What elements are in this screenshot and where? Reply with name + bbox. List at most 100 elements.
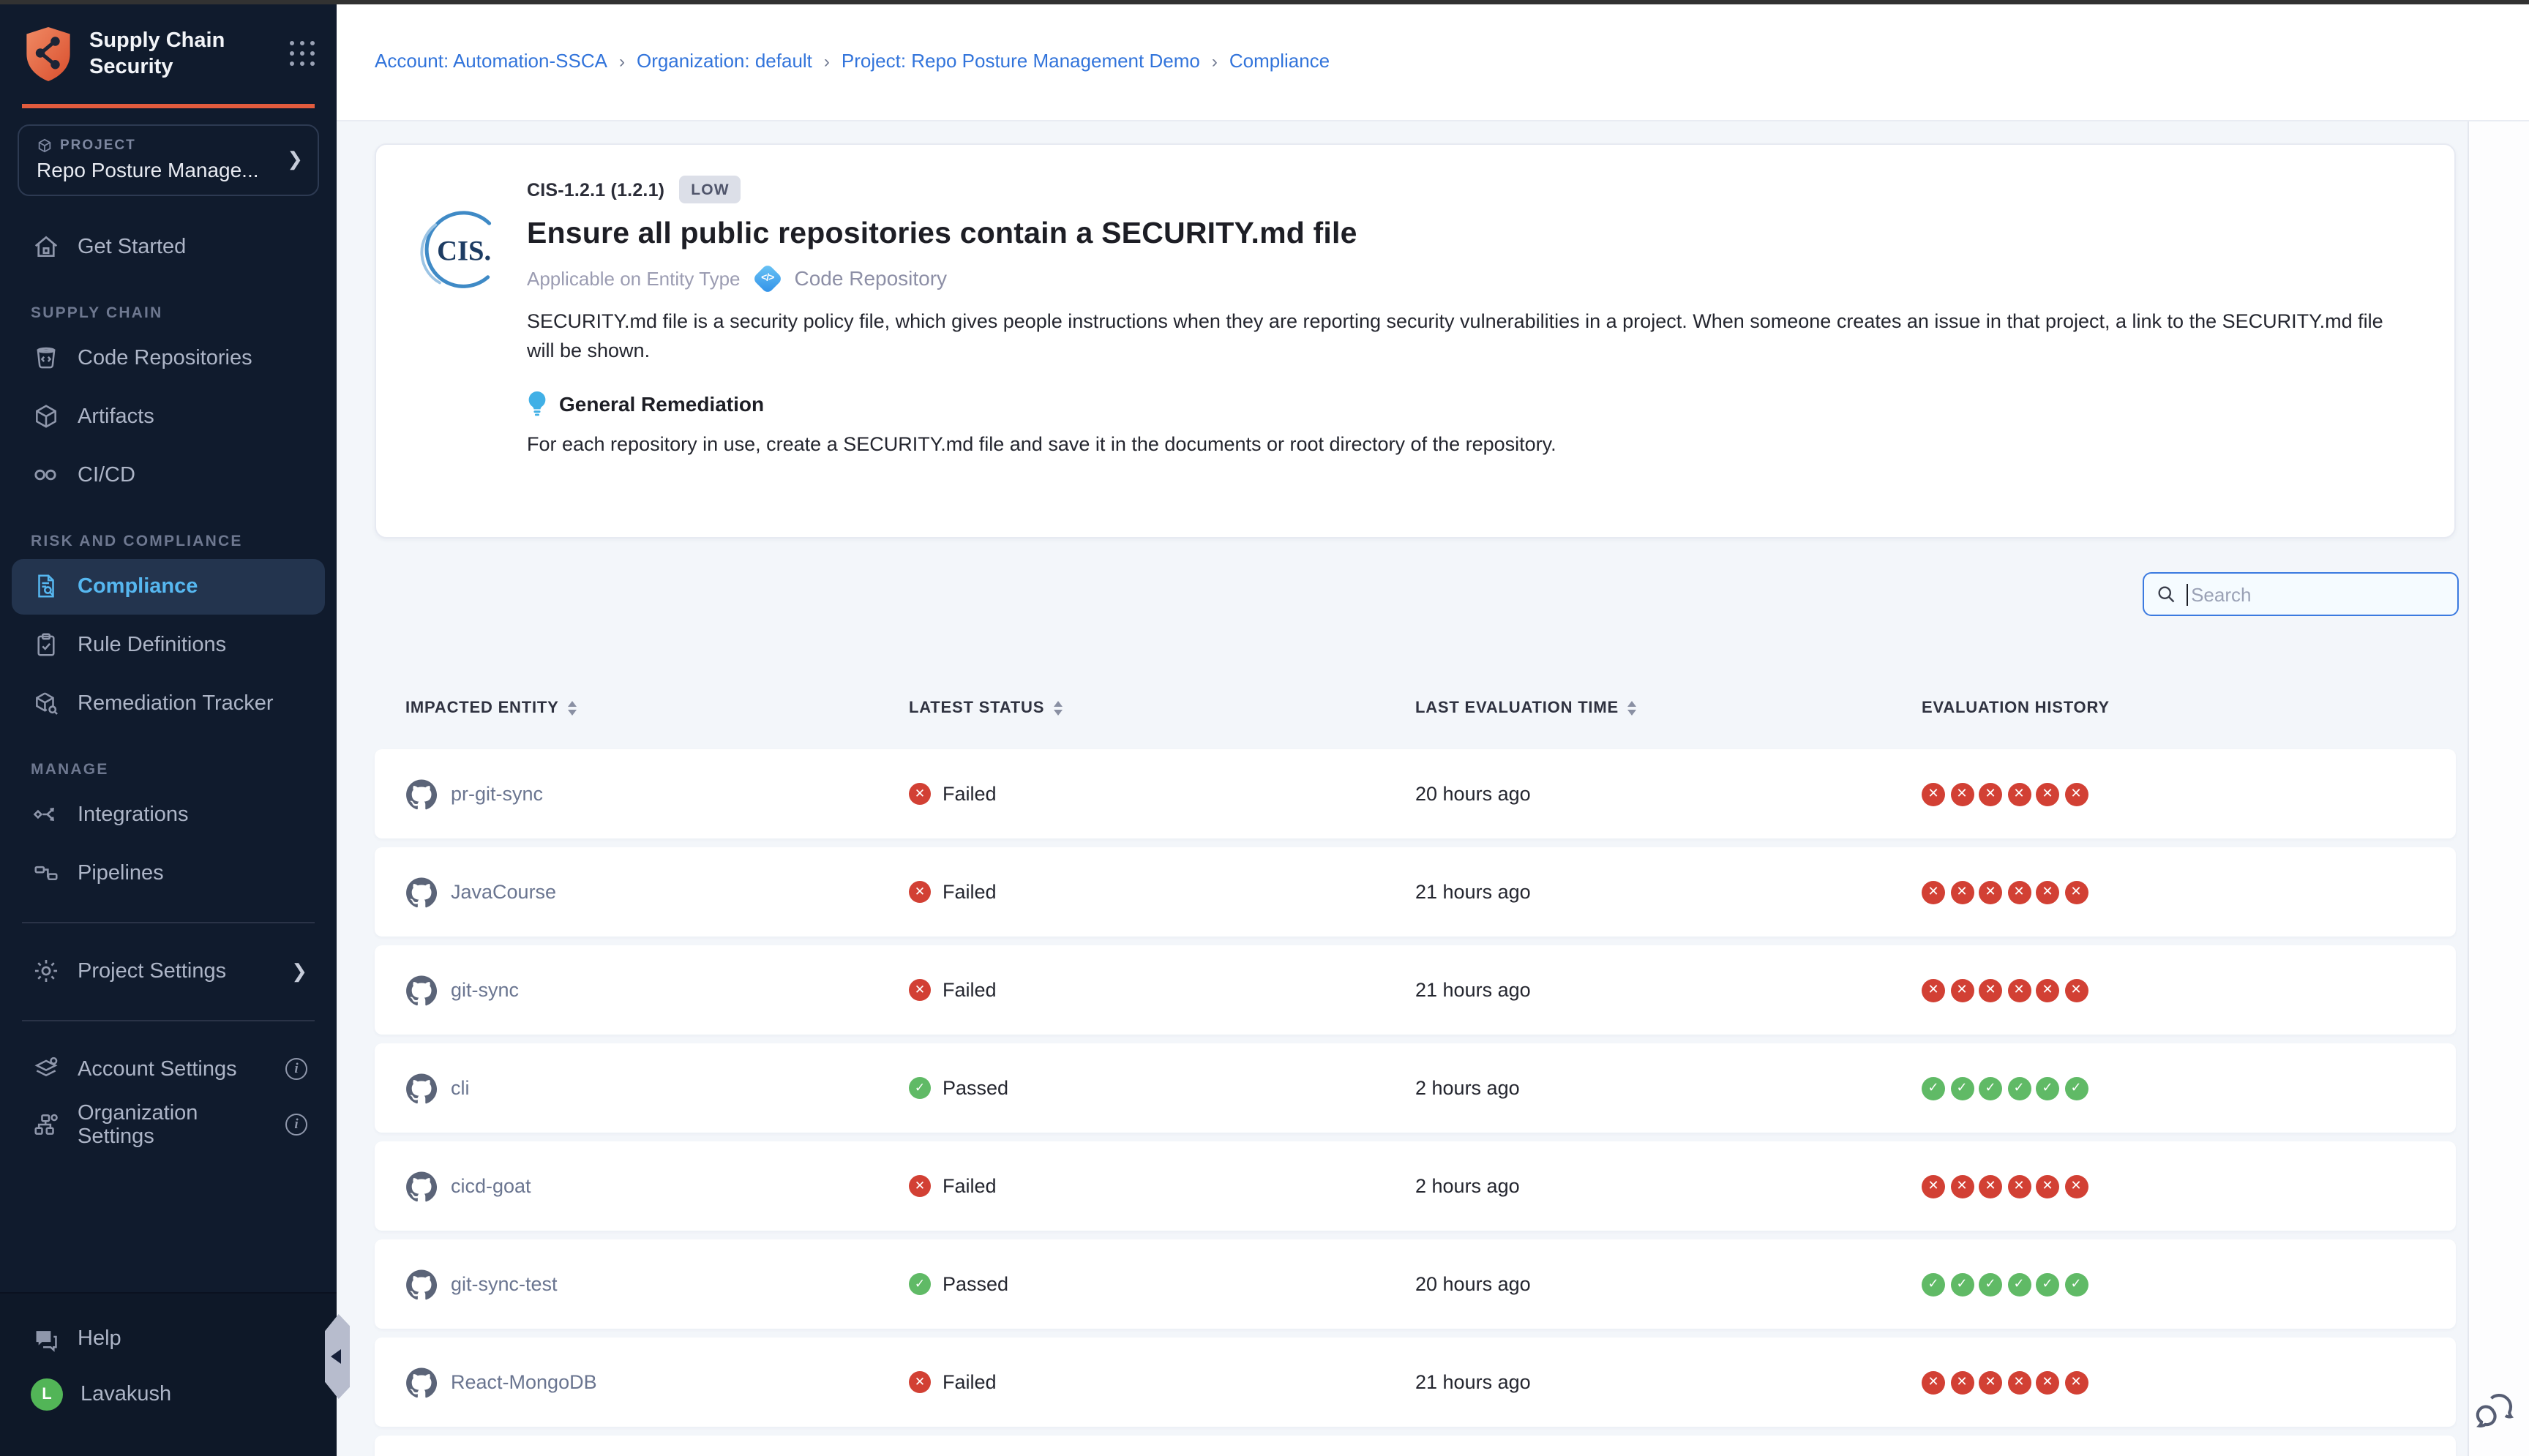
history-passed-icon: ✓ — [1950, 1076, 1974, 1100]
table-row[interactable]: git-sync✕Failed21 hours ago✕✕✕✕✕✕ — [375, 945, 2456, 1035]
app-switcher-icon[interactable] — [290, 41, 316, 67]
window-chrome-strip — [0, 0, 2529, 4]
sidebar-item-label: Pipelines — [78, 861, 164, 885]
feedback-chat-icon[interactable] — [2473, 1389, 2517, 1433]
account-settings-label: Account Settings — [78, 1057, 268, 1081]
status-label: Failed — [943, 881, 997, 903]
column-header[interactable]: LAST EVALUATION TIME — [1415, 699, 1922, 717]
search-input[interactable] — [2191, 583, 2446, 605]
sort-icon[interactable] — [1627, 701, 1636, 716]
svg-text:?: ? — [40, 1331, 45, 1341]
sidebar-item-project-settings[interactable]: Project Settings ❯ — [12, 943, 325, 999]
github-icon — [405, 1072, 438, 1104]
history-failed-icon: ✕ — [2036, 1370, 2059, 1394]
table-row[interactable]: git-sync-test✓Passed20 hours ago✓✓✓✓✓✓ — [375, 1239, 2456, 1329]
sidebar: Supply Chain Security PROJECT Repo Postu — [0, 0, 337, 1456]
sort-icon[interactable] — [568, 701, 577, 716]
history-passed-icon: ✓ — [2064, 1272, 2088, 1296]
help-chat-icon: ? — [31, 1324, 60, 1354]
sidebar-item-artifacts[interactable]: Artifacts — [12, 389, 325, 444]
doc-search-icon — [31, 571, 60, 601]
column-header[interactable]: IMPACTED ENTITY — [405, 699, 577, 717]
sidebar-item-label: Compliance — [78, 574, 198, 598]
project-label: PROJECT — [60, 137, 136, 153]
scrollbar-track[interactable] — [2468, 121, 2529, 1456]
history-passed-icon: ✓ — [1950, 1272, 1974, 1296]
sidebar-item-integrations[interactable]: Integrations — [12, 787, 325, 842]
breadcrumb-link[interactable]: Compliance — [1229, 50, 1330, 72]
status-label: Passed — [943, 1077, 1008, 1099]
history-failed-icon: ✕ — [1950, 880, 1974, 904]
column-header[interactable]: LATEST STATUS — [909, 699, 1062, 717]
table-row[interactable]: JavaCourse✕Failed21 hours ago✕✕✕✕✕✕ — [375, 847, 2456, 937]
search-icon — [2156, 584, 2176, 604]
org-hierarchy-gear-icon — [31, 1110, 60, 1139]
history-failed-icon: ✕ — [1979, 880, 2002, 904]
sidebar-item-help[interactable]: ? Help — [12, 1311, 325, 1367]
sidebar-item-label: Remediation Tracker — [78, 691, 274, 715]
status-label: Failed — [943, 979, 997, 1001]
sidebar-item-account-settings[interactable]: Account Settings i — [12, 1041, 325, 1097]
breadcrumb-link[interactable]: Project: Repo Posture Management Demo — [842, 50, 1200, 72]
breadcrumb-link[interactable]: Organization: default — [637, 50, 812, 72]
infinity-icon — [31, 460, 60, 489]
info-icon[interactable]: i — [285, 1058, 307, 1080]
info-icon[interactable]: i — [285, 1114, 307, 1136]
chevron-right-icon: ❯ — [291, 959, 307, 983]
table-row[interactable]: pr-git-sync✕Failed20 hours ago✕✕✕✕✕✕ — [375, 749, 2456, 838]
history-failed-icon: ✕ — [1979, 782, 2002, 806]
user-menu[interactable]: L Lavakush — [12, 1367, 325, 1422]
table-row[interactable]: ✓Passed✓✓✓✓✓✓ — [375, 1436, 2456, 1456]
history-failed-icon: ✕ — [2036, 1174, 2059, 1198]
breadcrumb-separator: › — [1212, 50, 1218, 71]
last-evaluation-time: 2 hours ago — [1415, 1076, 1520, 1098]
history-failed-icon: ✕ — [2007, 1174, 2031, 1198]
sidebar-item-remediation-tracker[interactable]: Remediation Tracker — [12, 675, 325, 731]
breadcrumb-link[interactable]: Account: Automation-SSCA — [375, 50, 607, 72]
sidebar-item-organization-settings[interactable]: Organization Settings i — [12, 1097, 325, 1152]
rule-description: SECURITY.md file is a security policy fi… — [527, 307, 2410, 366]
history-failed-icon: ✕ — [2064, 1174, 2088, 1198]
table-row[interactable]: cicd-goat✕Failed2 hours ago✕✕✕✕✕✕ — [375, 1141, 2456, 1231]
entity-name[interactable]: git-sync — [451, 979, 519, 1001]
sidebar-item-get-started[interactable]: Get Started — [12, 219, 325, 274]
breadcrumb-separator: › — [619, 50, 625, 71]
history-passed-icon: ✓ — [1979, 1076, 2002, 1100]
entity-name[interactable]: git-sync-test — [451, 1273, 558, 1295]
search-box — [2143, 572, 2459, 616]
history-failed-icon: ✕ — [2036, 880, 2059, 904]
entity-name[interactable]: JavaCourse — [451, 881, 556, 903]
entity-name[interactable]: cli — [451, 1077, 470, 1099]
sidebar-collapse-handle[interactable] — [325, 1314, 350, 1399]
sidebar-item-pipelines[interactable]: Pipelines — [12, 845, 325, 901]
status-label: Failed — [943, 1371, 997, 1393]
applicable-label: Applicable on Entity Type — [527, 267, 741, 289]
github-icon — [405, 778, 438, 810]
history-failed-icon: ✕ — [2036, 978, 2059, 1002]
history-passed-icon: ✓ — [2007, 1076, 2031, 1100]
sidebar-item-cicd[interactable]: CI/CD — [12, 447, 325, 503]
history-passed-icon: ✓ — [2064, 1076, 2088, 1100]
entity-name[interactable]: pr-git-sync — [451, 783, 543, 805]
table-row[interactable]: cli✓Passed2 hours ago✓✓✓✓✓✓ — [375, 1043, 2456, 1133]
page-header: Account: Automation-SSCA › Organization: d… — [337, 0, 2529, 121]
history-failed-icon: ✕ — [2064, 978, 2088, 1002]
project-selector[interactable]: PROJECT Repo Posture Manage... ❯ — [18, 124, 319, 195]
last-evaluation-time: 21 hours ago — [1415, 978, 1531, 1000]
sidebar-item-compliance[interactable]: Compliance — [12, 558, 325, 614]
entity-name[interactable]: cicd-goat — [451, 1175, 531, 1197]
history-failed-icon: ✕ — [2007, 782, 2031, 806]
graph-icon — [31, 800, 60, 829]
history-failed-icon: ✕ — [1922, 1174, 1945, 1198]
sort-icon[interactable] — [1053, 701, 1062, 716]
remediation-title: General Remediation — [559, 392, 764, 416]
history-failed-icon: ✕ — [1979, 978, 2002, 1002]
history-passed-icon: ✓ — [2036, 1076, 2059, 1100]
remediation-text: For each repository in use, create a SEC… — [527, 433, 2410, 455]
history-failed-icon: ✕ — [1922, 880, 1945, 904]
sidebar-item-rule-definitions[interactable]: Rule Definitions — [12, 617, 325, 672]
github-icon — [405, 876, 438, 908]
sidebar-item-code-repositories[interactable]: Code Repositories — [12, 330, 325, 386]
entity-name[interactable]: React-MongoDB — [451, 1371, 597, 1393]
table-row[interactable]: React-MongoDB✕Failed21 hours ago✕✕✕✕✕✕ — [375, 1337, 2456, 1427]
